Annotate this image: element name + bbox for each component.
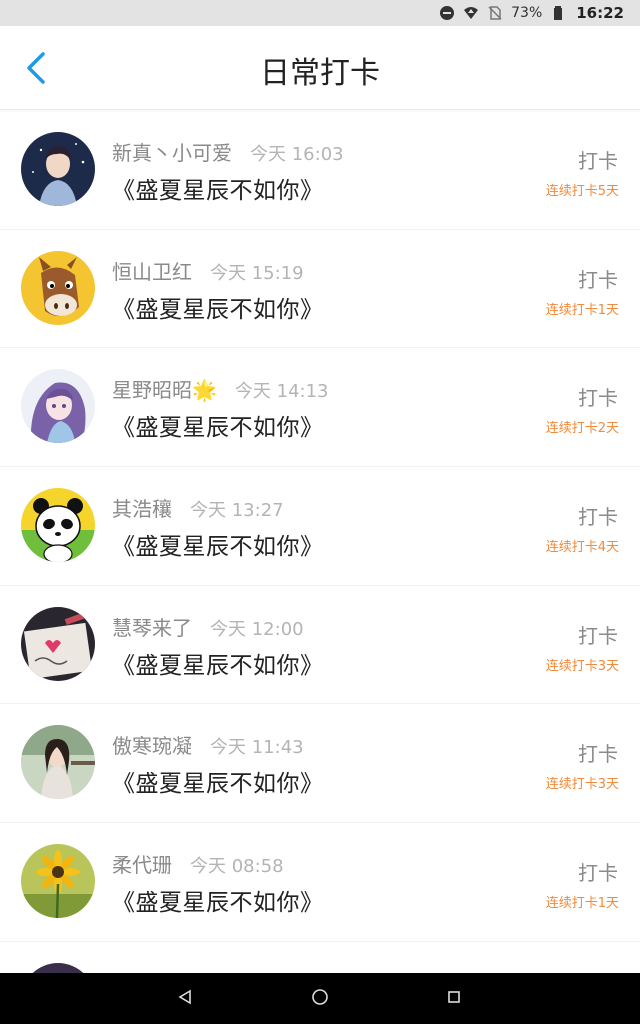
streak-badge: 连续打卡3天 <box>545 658 619 674</box>
timestamp: 今天 11:43 <box>210 737 304 759</box>
checkin-label: 打卡 <box>578 149 618 173</box>
checkin-row[interactable]: 柔代珊 今天 08:58 《盛夏星辰不如你》 打卡 连续打卡1天 <box>0 823 640 942</box>
avatar[interactable] <box>21 962 95 973</box>
streak-badge: 连续打卡1天 <box>545 896 619 912</box>
timestamp: 今天 12:00 <box>210 618 304 640</box>
username[interactable]: 新真丶小可爱 <box>112 137 232 166</box>
clock: 16:22 <box>576 4 624 22</box>
nav-back-button[interactable] <box>155 973 215 1024</box>
checkin-list: 新真丶小可爱 今天 16:03 《盛夏星辰不如你》 打卡 连续打卡5天 恒山卫红… <box>0 111 640 973</box>
nav-recents-button[interactable] <box>424 973 484 1024</box>
username[interactable]: 柔代珊 <box>112 849 172 878</box>
timestamp: 今天 13:27 <box>190 500 284 522</box>
checkin-label: 打卡 <box>578 623 618 648</box>
book-title[interactable]: 《盛夏星辰不如你》 <box>112 646 324 680</box>
battery-icon <box>550 5 566 21</box>
book-title[interactable]: 《盛夏星辰不如你》 <box>112 883 324 917</box>
book-title[interactable]: 《盛夏星辰不如你》 <box>112 764 324 798</box>
panda-cartoon-icon[interactable] <box>21 488 95 563</box>
no-sim-icon <box>487 5 503 21</box>
horse-cartoon-icon[interactable] <box>21 250 95 325</box>
checkin-row[interactable]: 傲寒琬凝 今天 11:43 《盛夏星辰不如你》 打卡 连续打卡3天 <box>0 704 640 824</box>
checkin-label: 打卡 <box>578 861 618 886</box>
system-nav-bar <box>0 973 640 1024</box>
streak-badge: 连续打卡2天 <box>545 421 619 437</box>
triangle-back-icon <box>177 989 193 1009</box>
checkin-label: 打卡 <box>578 742 618 767</box>
sunflower-icon[interactable] <box>21 844 95 919</box>
streak-badge: 连续打卡3天 <box>545 777 619 793</box>
checkin-label: 打卡 <box>578 267 618 292</box>
chevron-left-icon <box>25 51 47 89</box>
book-title[interactable]: 《盛夏星辰不如你》 <box>112 527 324 561</box>
checkin-row[interactable]: 慧琴来了 今天 12:00 《盛夏星辰不如你》 打卡 连续打卡3天 <box>0 586 640 705</box>
timestamp: 今天 08:58 <box>190 856 284 878</box>
username[interactable]: 其浩穰 <box>112 493 172 522</box>
battery-percent: 73% <box>511 5 543 21</box>
book-title[interactable]: 《盛夏星辰不如你》 <box>112 290 324 324</box>
streak-badge: 连续打卡4天 <box>545 540 619 556</box>
status-bar: 73% 16:22 <box>0 0 640 26</box>
book-title[interactable]: 《盛夏星辰不如你》 <box>112 171 324 205</box>
girl-photo-icon[interactable] <box>21 725 95 800</box>
back-button[interactable] <box>18 52 54 88</box>
timestamp: 今天 15:19 <box>210 262 304 284</box>
page-title: 日常打卡 <box>260 56 380 91</box>
streak-badge: 连续打卡5天 <box>545 184 619 199</box>
book-title[interactable]: 《盛夏星辰不如你》 <box>112 408 324 442</box>
anime-girl-icon[interactable] <box>21 369 95 444</box>
do-not-disturb-icon <box>439 5 455 21</box>
checkin-label: 打卡 <box>578 505 618 530</box>
checkin-row[interactable]: 新真丶小可爱 今天 16:03 《盛夏星辰不如你》 打卡 连续打卡5天 <box>0 111 640 230</box>
username[interactable]: 星野昭昭🌟 <box>112 374 217 403</box>
streak-badge: 连续打卡1天 <box>545 302 619 318</box>
checkin-row[interactable]: 星野昭昭🌟 今天 14:13 《盛夏星辰不如你》 打卡 连续打卡2天 <box>0 348 640 468</box>
username[interactable]: 恒山卫红 <box>112 256 192 285</box>
username[interactable]: 傲寒琬凝 <box>112 730 192 759</box>
checkin-row[interactable]: 恒山卫红 今天 15:19 《盛夏星辰不如你》 打卡 连续打卡1天 <box>0 230 640 349</box>
boy-portrait-icon[interactable] <box>21 132 95 206</box>
love-note-icon[interactable] <box>21 606 95 681</box>
wifi-icon <box>463 5 479 21</box>
checkin-label: 打卡 <box>578 386 618 411</box>
app-header: 日常打卡 <box>0 26 640 110</box>
checkin-row[interactable] <box>0 942 640 973</box>
checkin-row[interactable]: 其浩穰 今天 13:27 《盛夏星辰不如你》 打卡 连续打卡4天 <box>0 467 640 586</box>
circle-home-icon <box>311 988 329 1010</box>
square-recents-icon <box>446 989 462 1009</box>
timestamp: 今天 14:13 <box>234 381 329 403</box>
timestamp: 今天 16:03 <box>250 144 344 165</box>
username[interactable]: 慧琴来了 <box>112 612 192 641</box>
nav-home-button[interactable] <box>290 973 350 1024</box>
